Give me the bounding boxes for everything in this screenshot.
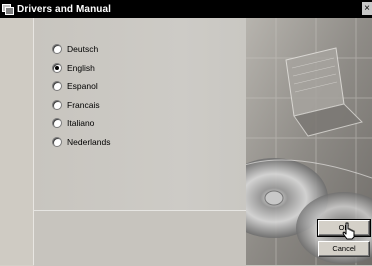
language-label: Deutsch: [67, 44, 99, 55]
radio-button[interactable]: [52, 136, 62, 147]
drivers-manual-window: Drivers and Manual × Deutsch English Esp…: [0, 0, 372, 266]
window-title: Drivers and Manual: [17, 3, 112, 15]
hand-pointer-icon: [342, 222, 355, 240]
radio-button[interactable]: [52, 44, 62, 55]
language-radio-group: Deutsch English Espanol Francais Italian…: [52, 40, 110, 151]
language-option-deutsch[interactable]: Deutsch: [52, 40, 110, 59]
language-option-nederlands[interactable]: Nederlands: [52, 133, 110, 152]
radio-button-selected[interactable]: [52, 62, 62, 73]
radio-button[interactable]: [52, 81, 62, 92]
title-bar[interactable]: Drivers and Manual ×: [0, 0, 372, 18]
language-option-francais[interactable]: Francais: [52, 96, 110, 115]
language-option-espanol[interactable]: Espanol: [52, 77, 110, 96]
installer-icon: [2, 3, 14, 15]
left-strip: [0, 18, 34, 265]
language-label: Francais: [67, 99, 100, 110]
cancel-button[interactable]: Cancel: [318, 241, 370, 257]
language-option-english[interactable]: English: [52, 59, 110, 78]
close-icon[interactable]: ×: [362, 2, 372, 15]
language-option-italiano[interactable]: Italiano: [52, 114, 110, 133]
language-label: Italiano: [67, 118, 95, 129]
language-label: English: [67, 62, 95, 73]
language-label: Nederlands: [67, 136, 111, 147]
radio-button[interactable]: [52, 118, 62, 129]
language-label: Espanol: [67, 81, 98, 92]
radio-button[interactable]: [52, 99, 62, 110]
